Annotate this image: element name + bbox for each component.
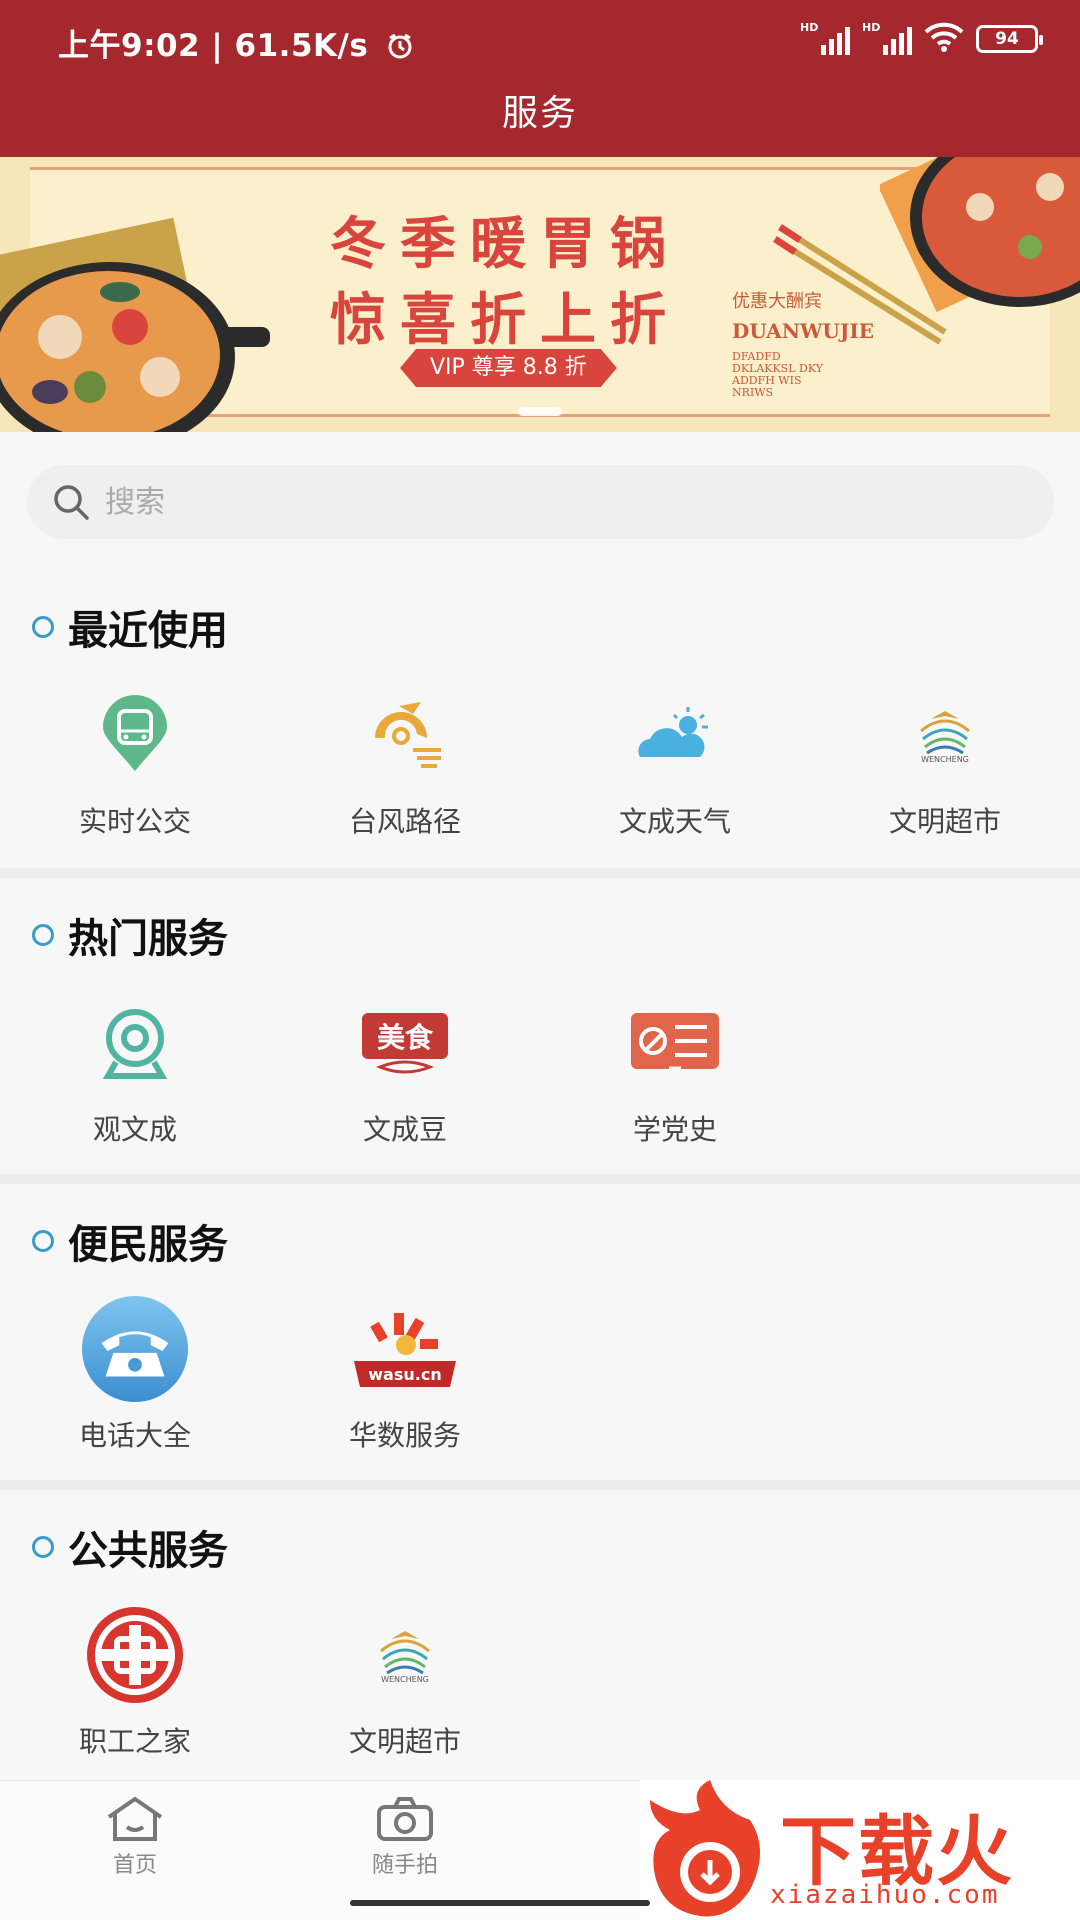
- webcam-icon: [80, 988, 190, 1098]
- union-icon: [80, 1600, 190, 1710]
- banner-headline-2: 惊喜折上折: [330, 287, 680, 353]
- section-bullet-icon: [32, 616, 54, 638]
- section-divider: [0, 1480, 1080, 1490]
- service-grid: 观文成 美食 文成豆 学党史: [0, 988, 1080, 1148]
- battery-icon: 94: [976, 25, 1043, 53]
- banner-brand: 优惠大酬宾 DUANWUJIE DFADFD DKLAKKSL DKY ADDF…: [732, 287, 874, 399]
- network-speed: 61.5K/s: [234, 28, 369, 64]
- service-item-food[interactable]: 美食 文成豆: [270, 988, 540, 1148]
- nav-snapshot-label: 随手拍: [371, 1853, 438, 1878]
- section-title: 热门服务: [32, 906, 228, 964]
- carousel-indicator: [518, 407, 562, 416]
- signal-icon: HD: [800, 21, 850, 55]
- service-item-civilized-market-2[interactable]: WENCHENG 文明超市: [270, 1600, 540, 1760]
- banner-brand-cn: 优惠大酬宾: [732, 291, 822, 312]
- section-hot: 热门服务 观文成 美食 文成豆 学党史: [0, 878, 1080, 1174]
- service-label: 观文成: [92, 1113, 177, 1146]
- hotpot-illustration: [0, 217, 270, 432]
- service-grid: 职工之家 WENCHENG 文明超市: [0, 1600, 1080, 1760]
- service-label: 学党史: [632, 1113, 717, 1146]
- promo-banner[interactable]: 冬季暖胃锅 惊喜折上折 VIP 尊享 8.8 折 优惠大酬宾 DUANWUJIE…: [0, 157, 1080, 432]
- section-bullet-icon: [32, 1230, 54, 1252]
- nav-home[interactable]: 首页: [70, 1795, 200, 1879]
- banner-headline-1: 冬季暖胃锅: [330, 211, 680, 277]
- wifi-icon: [924, 22, 964, 56]
- camera-icon: [377, 1797, 433, 1841]
- page-title: 服务: [501, 93, 578, 134]
- wencheng-logo-text: WENCHENG: [381, 1674, 429, 1684]
- section-title: 最近使用: [32, 598, 228, 656]
- watermark-en: xiazaihuo.com: [770, 1880, 1000, 1910]
- hd-label: HD: [800, 21, 819, 34]
- search-icon: [54, 485, 89, 520]
- party-history-icon: [620, 988, 730, 1098]
- food-logo-text: 美食: [377, 1021, 434, 1054]
- service-label: 华数服务: [348, 1419, 461, 1452]
- wasu-logo-text: wasu.cn: [368, 1365, 441, 1384]
- section-title-text: 便民服务: [68, 1222, 228, 1268]
- status-time: 上午9:02 | 61.5K/s: [58, 20, 414, 68]
- section-title-text: 最近使用: [68, 608, 228, 654]
- service-label: 文明超市: [348, 1725, 461, 1758]
- typhoon-icon: [350, 680, 460, 790]
- status-icons: HD HD 94: [800, 21, 1043, 56]
- section-divider: [0, 1174, 1080, 1184]
- service-label: 电话大全: [78, 1419, 191, 1452]
- service-item-workers-home[interactable]: 职工之家: [0, 1600, 270, 1760]
- service-grid: 实时公交 台风路径 文成天气 WENCHENG 文明超市: [0, 680, 1080, 840]
- wencheng-logo-icon: WENCHENG: [890, 680, 1000, 790]
- section-title: 便民服务: [32, 1212, 228, 1270]
- service-label: 文成天气: [618, 805, 731, 838]
- section-title-text: 热门服务: [68, 916, 228, 962]
- wencheng-logo-icon: WENCHENG: [350, 1600, 460, 1710]
- home-icon: [107, 1796, 163, 1841]
- service-label: 台风路径: [348, 805, 461, 838]
- service-grid: 电话大全 wasu.cn 华数服务: [0, 1294, 1080, 1454]
- banner-vip-ribbon: VIP 尊享 8.8 折: [400, 349, 617, 387]
- watermark: 下载火 xiazaihuo.com: [640, 1780, 1080, 1920]
- section-bullet-icon: [32, 1536, 54, 1558]
- section-public: 公共服务 职工之家 WENCHENG 文明超市: [0, 1490, 1080, 1780]
- home-indicator[interactable]: [350, 1900, 650, 1906]
- telephone-icon: [80, 1294, 190, 1404]
- fire-logo-icon: [650, 1780, 760, 1917]
- alarm-icon: [386, 32, 414, 68]
- section-divider: [0, 868, 1080, 878]
- hd-label-2: HD: [862, 21, 881, 34]
- banner-brand-en: DUANWUJIE: [732, 319, 874, 343]
- nav-snapshot[interactable]: 随手拍: [340, 1795, 470, 1879]
- weather-icon: [620, 680, 730, 790]
- section-convenience: 便民服务 电话大全 wasu.cn 华数服务: [0, 1184, 1080, 1480]
- service-item-civilized-market[interactable]: WENCHENG 文明超市: [810, 680, 1080, 840]
- service-label: 文明超市: [888, 805, 1001, 838]
- wasu-icon: wasu.cn: [350, 1294, 460, 1404]
- section-title: 公共服务: [32, 1518, 228, 1576]
- service-item-webcam[interactable]: 观文成: [0, 988, 270, 1148]
- food-icon: 美食: [350, 988, 460, 1098]
- service-label: 职工之家: [78, 1725, 191, 1758]
- banner-small-text: DFADFD DKLAKKSL DKY ADDFH WIS NRIWS: [732, 350, 824, 399]
- service-item-typhoon[interactable]: 台风路径: [270, 680, 540, 840]
- section-bullet-icon: [32, 924, 54, 946]
- service-item-weather[interactable]: 文成天气: [540, 680, 810, 840]
- battery-level: 94: [995, 29, 1019, 49]
- service-item-bus[interactable]: 实时公交: [0, 680, 270, 840]
- section-recent: 最近使用 实时公交 台风路径 文成天气 WENCHENG 文明超市: [0, 570, 1080, 870]
- nav-home-label: 首页: [112, 1853, 157, 1878]
- signal-icon-2: HD: [862, 21, 912, 55]
- status-bar: 上午9:02 | 61.5K/s HD HD 94: [0, 0, 1080, 80]
- service-label: 实时公交: [78, 805, 191, 838]
- section-title-text: 公共服务: [68, 1528, 228, 1574]
- wencheng-logo-text: WENCHENG: [921, 754, 969, 764]
- service-item-wasu[interactable]: wasu.cn 华数服务: [270, 1294, 540, 1454]
- bus-icon: [80, 680, 190, 790]
- clock-text: 上午9:02: [58, 28, 201, 64]
- search-bar[interactable]: [27, 465, 1054, 539]
- app-header: 上午9:02 | 61.5K/s HD HD 94 服务: [0, 0, 1080, 157]
- service-item-phonebook[interactable]: 电话大全: [0, 1294, 270, 1454]
- search-input[interactable]: [105, 484, 1005, 520]
- separator: |: [211, 28, 235, 64]
- service-label: 文成豆: [362, 1113, 447, 1146]
- service-item-party-history[interactable]: 学党史: [540, 988, 810, 1148]
